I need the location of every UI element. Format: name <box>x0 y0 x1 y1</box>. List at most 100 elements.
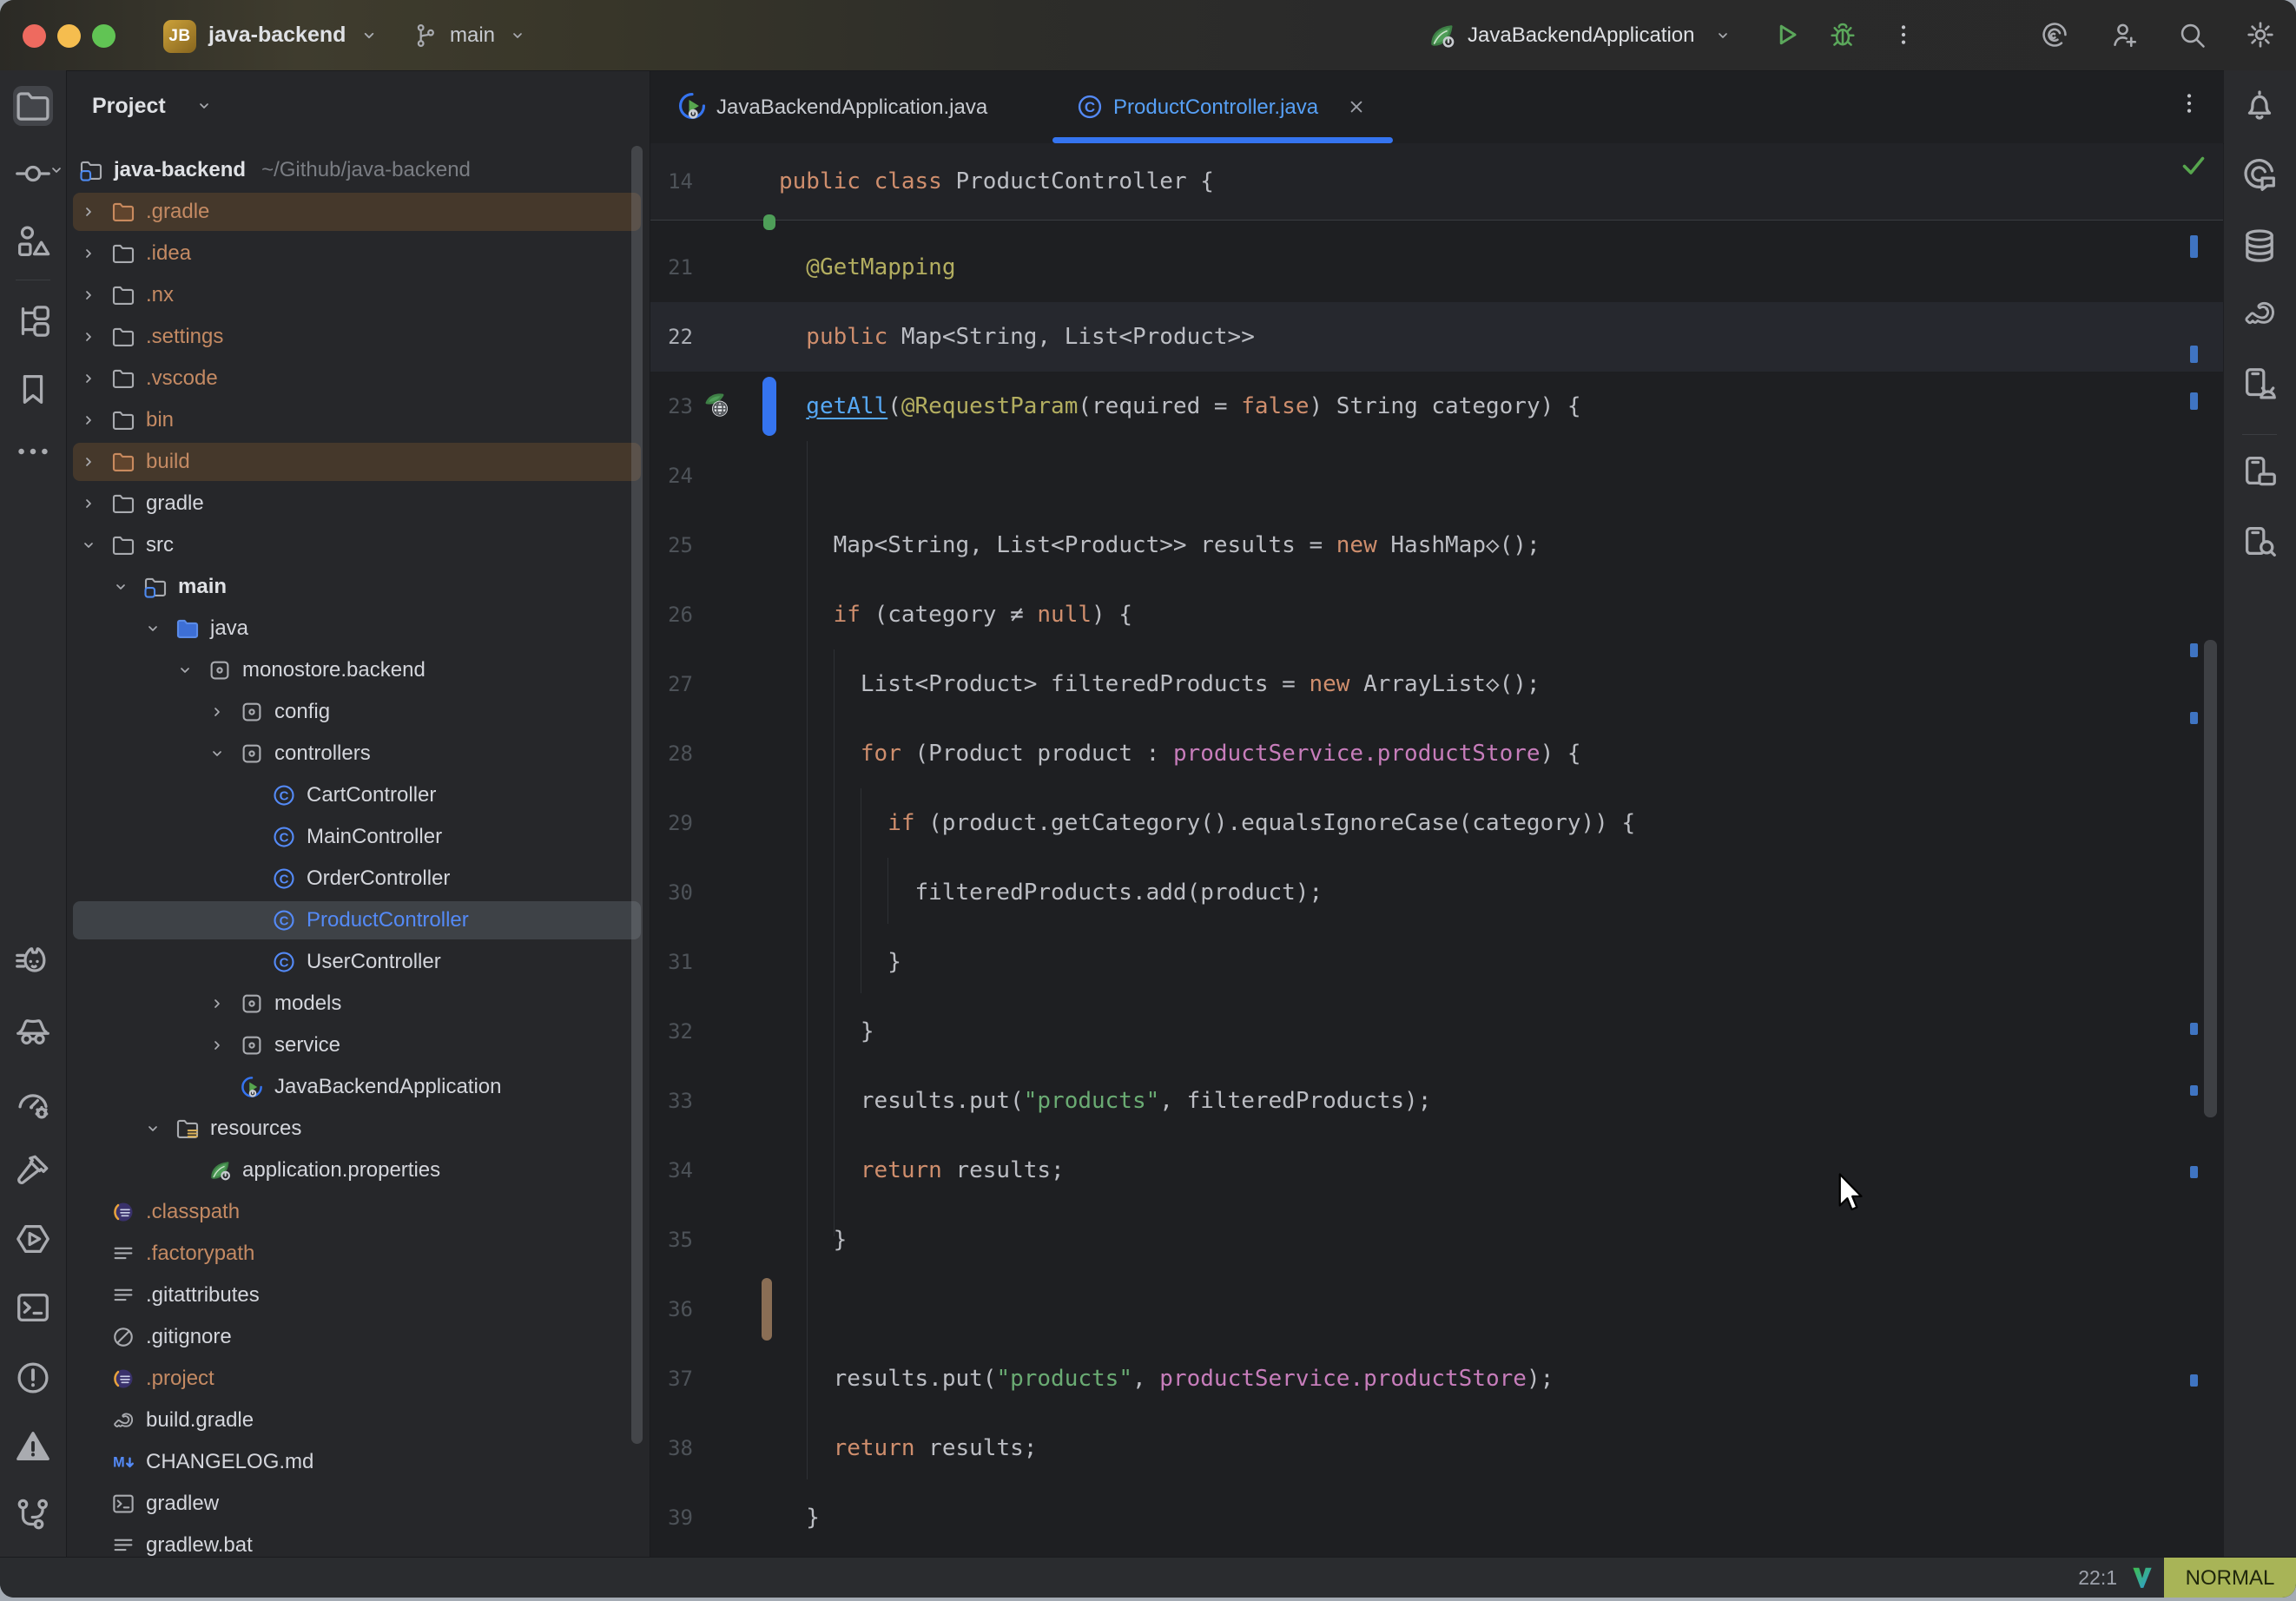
dev_layers-tool-button[interactable] <box>2240 451 2280 491</box>
inspections-ok-icon[interactable] <box>2178 149 2209 181</box>
tree-item-CartController[interactable]: CCartController <box>67 774 647 816</box>
chevron-down-icon[interactable] <box>78 535 99 556</box>
settings-button[interactable] <box>2244 18 2277 51</box>
chevron-right-icon[interactable] <box>78 285 99 306</box>
editor-scrollbar[interactable] <box>2204 640 2217 1117</box>
tree-item-java[interactable]: java <box>67 608 647 649</box>
more_h-tool-button[interactable] <box>13 432 53 471</box>
code-line-21[interactable]: @GetMapping <box>650 233 955 302</box>
project-panel-header[interactable]: Project <box>92 82 166 130</box>
code-line-23[interactable]: getAll(@RequestParam(required = false) S… <box>650 372 1581 441</box>
code-line-29[interactable]: if (product.getCategory().equalsIgnoreCa… <box>650 788 1635 858</box>
code-line-34[interactable]: return results; <box>650 1136 1065 1205</box>
tree-item-gradlew[interactable]: gradlew <box>67 1483 647 1525</box>
ai-assistant-button[interactable] <box>2039 19 2070 50</box>
dev_search-tool-button[interactable] <box>2240 522 2280 562</box>
tree-item-bin[interactable]: bin <box>67 399 647 441</box>
chevron-right-icon[interactable] <box>207 993 228 1014</box>
code-line-22[interactable]: public Map<String, List<Product>> <box>650 302 1255 372</box>
gradle-tool-button[interactable] <box>2240 293 2280 333</box>
tree-item-.idea[interactable]: .idea <box>67 233 647 274</box>
chevron-down-icon[interactable] <box>142 618 163 639</box>
code-line-37[interactable]: results.put("products", productService.p… <box>650 1344 1554 1413</box>
tree-item-OrderController[interactable]: COrderController <box>67 858 647 899</box>
code-line-25[interactable]: Map<String, List<Product>> results = new… <box>650 511 1541 580</box>
chevron-down-icon[interactable] <box>175 660 195 681</box>
tree-item-.gradle[interactable]: .gradle <box>67 191 647 233</box>
chevron-right-icon[interactable] <box>78 201 99 222</box>
profiler-tool-button[interactable] <box>13 1083 53 1123</box>
ai_chat-tool-button[interactable] <box>2240 155 2280 195</box>
run-button[interactable] <box>1771 19 1803 50</box>
vim-mode-badge[interactable]: NORMAL <box>2164 1558 2296 1598</box>
services-tool-button[interactable] <box>13 1219 53 1259</box>
dev_android-tool-button[interactable] <box>2240 364 2280 404</box>
chevron-down-icon[interactable] <box>207 743 228 764</box>
tree-item-.nx[interactable]: .nx <box>67 274 647 316</box>
tree-scrollbar[interactable] <box>631 146 643 1444</box>
chevron-right-icon[interactable] <box>78 410 99 431</box>
project-selector[interactable]: java-backend <box>208 0 346 70</box>
chevron-right-icon[interactable] <box>207 702 228 722</box>
caret-position-widget[interactable]: 22:1 <box>2039 1558 2117 1598</box>
run-configuration-selector[interactable]: JavaBackendApplication <box>1468 0 1695 70</box>
tree-item-CHANGELOG.md[interactable]: MCHANGELOG.md <box>67 1441 647 1483</box>
code-with-me-button[interactable] <box>2108 19 2140 50</box>
tab-javabackendapplication[interactable]: JavaBackendApplication.java <box>716 71 987 143</box>
tree-item-config[interactable]: config <box>67 691 647 733</box>
tree-item-.factorypath[interactable]: .factorypath <box>67 1233 647 1275</box>
tree-item-application.properties[interactable]: application.properties <box>67 1150 647 1191</box>
tree-item-.vscode[interactable]: .vscode <box>67 358 647 399</box>
tree-item-MainController[interactable]: CMainController <box>67 816 647 858</box>
tree-item-.project[interactable]: .project <box>67 1358 647 1400</box>
tree-item-controllers[interactable]: controllers <box>67 733 647 774</box>
shapes-tool-button[interactable] <box>13 221 53 261</box>
project-tool-button[interactable] <box>13 86 53 126</box>
warning-tool-button[interactable] <box>13 1426 53 1466</box>
tree-item-build.gradle[interactable]: build.gradle <box>67 1400 647 1441</box>
code-line-31[interactable]: } <box>650 927 901 997</box>
terminal_t-tool-button[interactable] <box>13 1288 53 1328</box>
code-line-33[interactable]: results.put("products", filteredProducts… <box>650 1066 1431 1136</box>
tree-item-service[interactable]: service <box>67 1025 647 1066</box>
tree-item-JavaBackendApplication[interactable]: JavaBackendApplication <box>67 1066 647 1108</box>
hammer-tool-button[interactable] <box>13 1150 53 1190</box>
minimize-window-button[interactable] <box>57 24 81 48</box>
code-line-39[interactable]: } <box>650 1483 820 1552</box>
problems-tool-button[interactable] <box>13 1358 53 1398</box>
maximize-window-button[interactable] <box>92 24 115 48</box>
tree-item-java-backend[interactable]: java-backend~/Github/java-backend <box>67 149 647 191</box>
tree-item-monostore.backend[interactable]: monostore.backend <box>67 649 647 691</box>
bookmarks-tool-button[interactable] <box>13 369 53 409</box>
chevron-right-icon[interactable] <box>78 368 99 389</box>
git_branch-tool-button[interactable] <box>13 1495 53 1535</box>
tree-item-.settings[interactable]: .settings <box>67 316 647 358</box>
more-actions-button[interactable] <box>1890 21 1917 49</box>
code-line-28[interactable]: for (Product product : productService.pr… <box>650 719 1581 788</box>
database-tool-button[interactable] <box>2240 226 2280 266</box>
chevron-down-icon[interactable] <box>110 576 131 597</box>
chevron-right-icon[interactable] <box>78 243 99 264</box>
chevron-right-icon[interactable] <box>78 451 99 472</box>
chevron-down-icon[interactable] <box>142 1118 163 1139</box>
tab-options-button[interactable] <box>2175 89 2203 117</box>
structure-tool-button[interactable] <box>13 301 53 341</box>
chevron-right-icon[interactable] <box>207 1035 228 1056</box>
tab-productcontroller[interactable]: ProductController.java <box>1113 71 1318 143</box>
tree-item-.classpath[interactable]: .classpath <box>67 1191 647 1233</box>
sticky-code-line[interactable]: 14 public class ProductController { <box>650 143 2223 221</box>
code-line-32[interactable]: } <box>650 997 874 1066</box>
bell-tool-button[interactable] <box>2240 85 2280 125</box>
tree-item-gradle[interactable]: gradle <box>67 483 647 524</box>
search-everywhere-button[interactable] <box>2176 19 2207 50</box>
ideavim-icon[interactable] <box>2129 1565 2155 1591</box>
tree-item-main[interactable]: main <box>67 566 647 608</box>
cat-tool-button[interactable] <box>13 942 53 982</box>
code-line-35[interactable]: } <box>650 1205 847 1275</box>
close-window-button[interactable] <box>23 24 46 48</box>
tree-item-build[interactable]: build <box>67 441 647 483</box>
code-line-26[interactable]: if (category ≠ null) { <box>650 580 1132 649</box>
chevron-down-icon[interactable] <box>46 160 67 181</box>
code-line-30[interactable]: filteredProducts.add(product); <box>650 858 1323 927</box>
debug-button[interactable] <box>1827 19 1858 50</box>
